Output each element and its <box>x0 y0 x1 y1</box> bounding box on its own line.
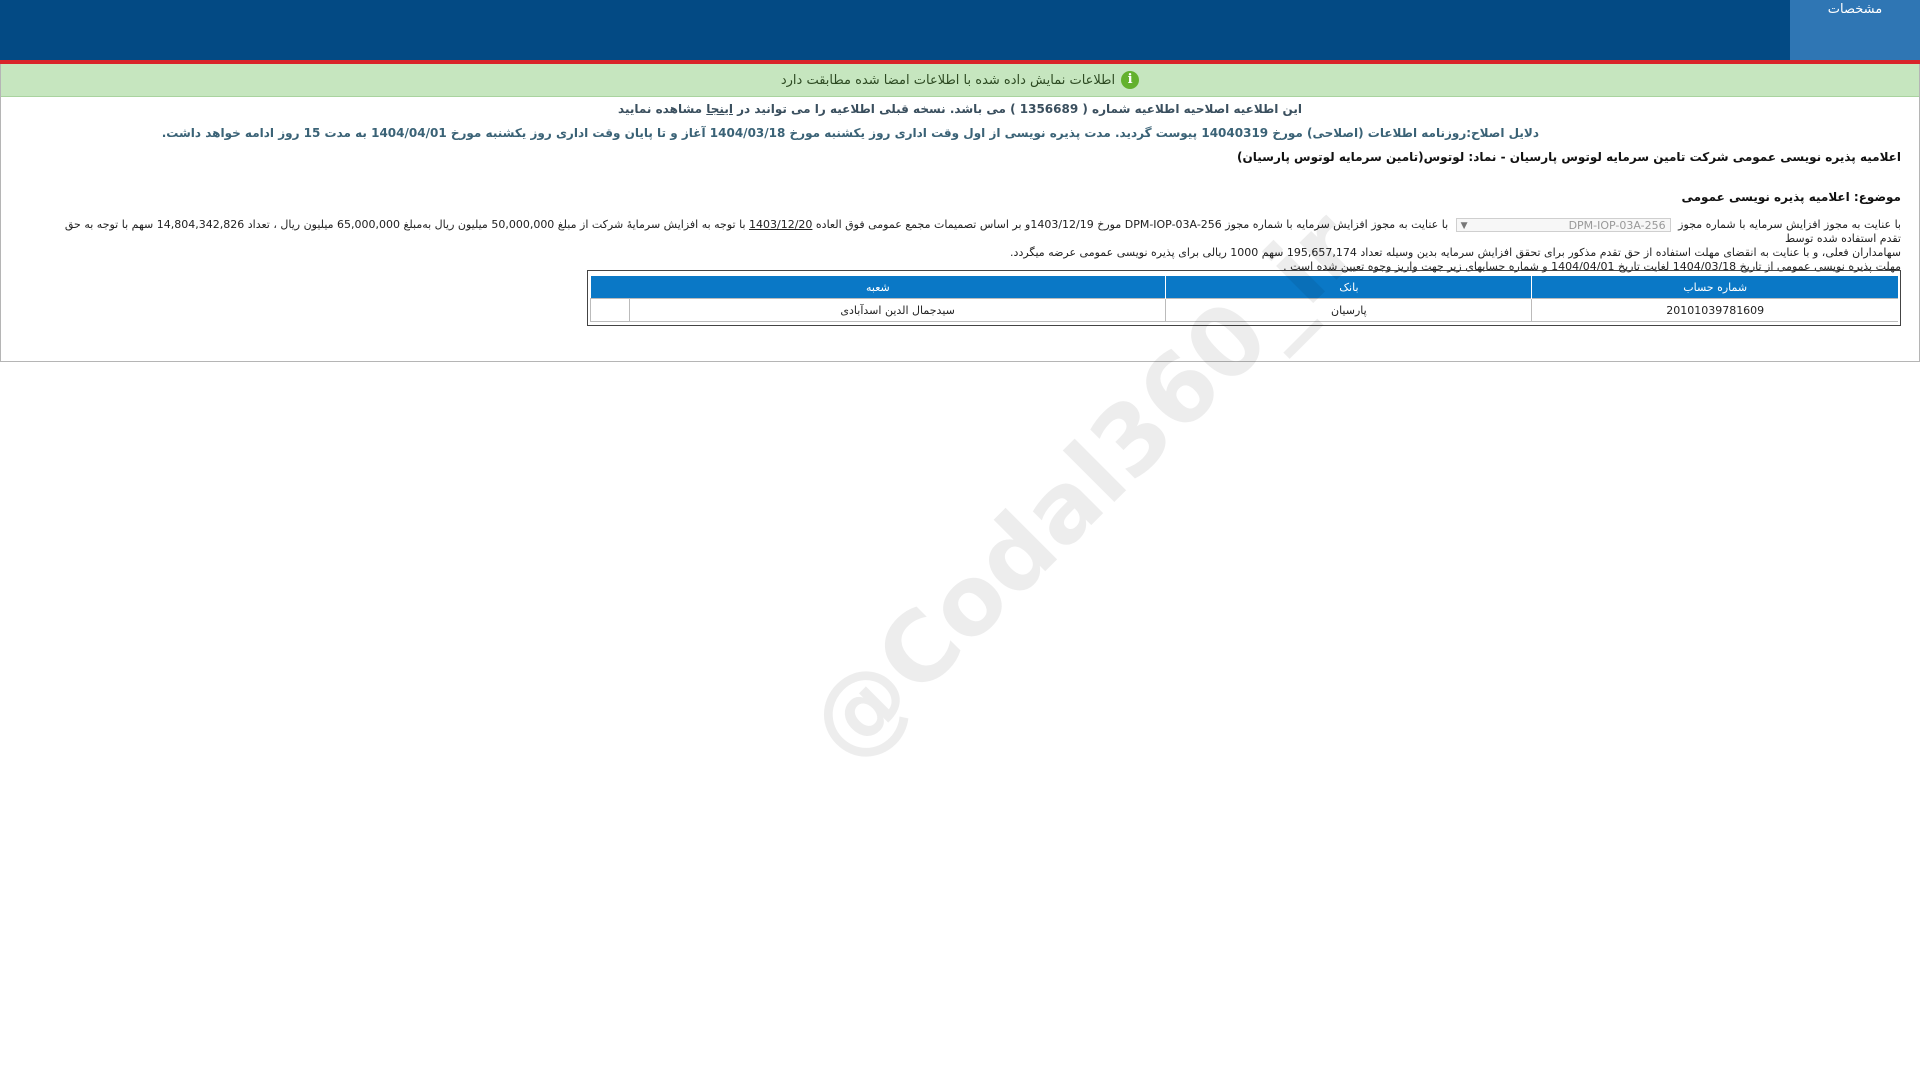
verification-banner: i اطلاعات نمایش داده شده با اطلاعات امضا… <box>1 64 1919 97</box>
previous-version-link[interactable]: اینجا <box>706 102 733 116</box>
verification-message: اطلاعات نمایش داده شده با اطلاعات امضا ش… <box>780 72 1116 88</box>
accounts-table-container: شماره حساب بانک شعبه 20101039781609 پارس… <box>587 270 1901 326</box>
body-line-2: سهامداران فعلی، و با عنایت به انقضای مهل… <box>1010 246 1901 259</box>
accounts-table: شماره حساب بانک شعبه 20101039781609 پارس… <box>590 276 1898 322</box>
announcement-title: اعلامیه پذیره نویسی عمومی شرکت تامین سرم… <box>1237 150 1901 164</box>
body-line-1-text: با عنایت به مجوز افزایش سرمایه با شماره … <box>815 218 1449 231</box>
top-bar: مشخصات <box>0 0 1920 64</box>
cell-empty <box>590 298 630 322</box>
column-header-bank: بانک <box>1165 276 1532 299</box>
tab-details[interactable]: مشخصات <box>1790 0 1920 60</box>
amendment-notice-suffix: مشاهده نمایید <box>618 102 703 116</box>
assembly-date: 1403/12/20 <box>749 218 813 231</box>
amendment-notice: این اطلاعیه اصلاحیه اطلاعیه شماره ( 1356… <box>1 100 1919 118</box>
cell-bank: پارسیان <box>1165 298 1532 322</box>
cell-account-number: 20101039781609 <box>1531 298 1898 322</box>
content-panel: i اطلاعات نمایش داده شده با اطلاعات امضا… <box>0 64 1920 362</box>
info-icon: i <box>1121 71 1140 89</box>
license-number-value: DPM-IOP-03A-256 <box>1568 219 1666 232</box>
body-line-1: با عنایت به مجوز افزایش سرمایه با شماره … <box>61 218 1901 246</box>
announcement-subject: موضوع: اعلامیه پذیره نویسی عمومی <box>1681 190 1901 204</box>
table-row: 20101039781609 پارسیان سیدجمال الدین اسد… <box>590 298 1898 322</box>
column-header-account-number: شماره حساب <box>1531 276 1898 299</box>
cell-branch: سیدجمال الدین اسدآبادی <box>628 298 1166 322</box>
amendment-reasons: دلایل اصلاح:روزنامه اطلاعات (اصلاحی) مور… <box>161 126 1539 140</box>
chevron-down-icon: ▼ <box>1460 221 1468 231</box>
amendment-notice-text: این اطلاعیه اصلاحیه اطلاعیه شماره ( 1356… <box>737 102 1302 116</box>
license-number-select[interactable]: ▼ DPM-IOP-03A-256 <box>1455 218 1671 232</box>
table-header-row: شماره حساب بانک شعبه <box>590 276 1898 299</box>
announcement-body: با عنایت به مجوز افزایش سرمایه با شماره … <box>1 218 1919 274</box>
body-line-1-lead: با عنایت به مجوز افزایش سرمایه با شماره … <box>1678 218 1901 231</box>
column-header-branch: شعبه <box>590 276 1166 299</box>
